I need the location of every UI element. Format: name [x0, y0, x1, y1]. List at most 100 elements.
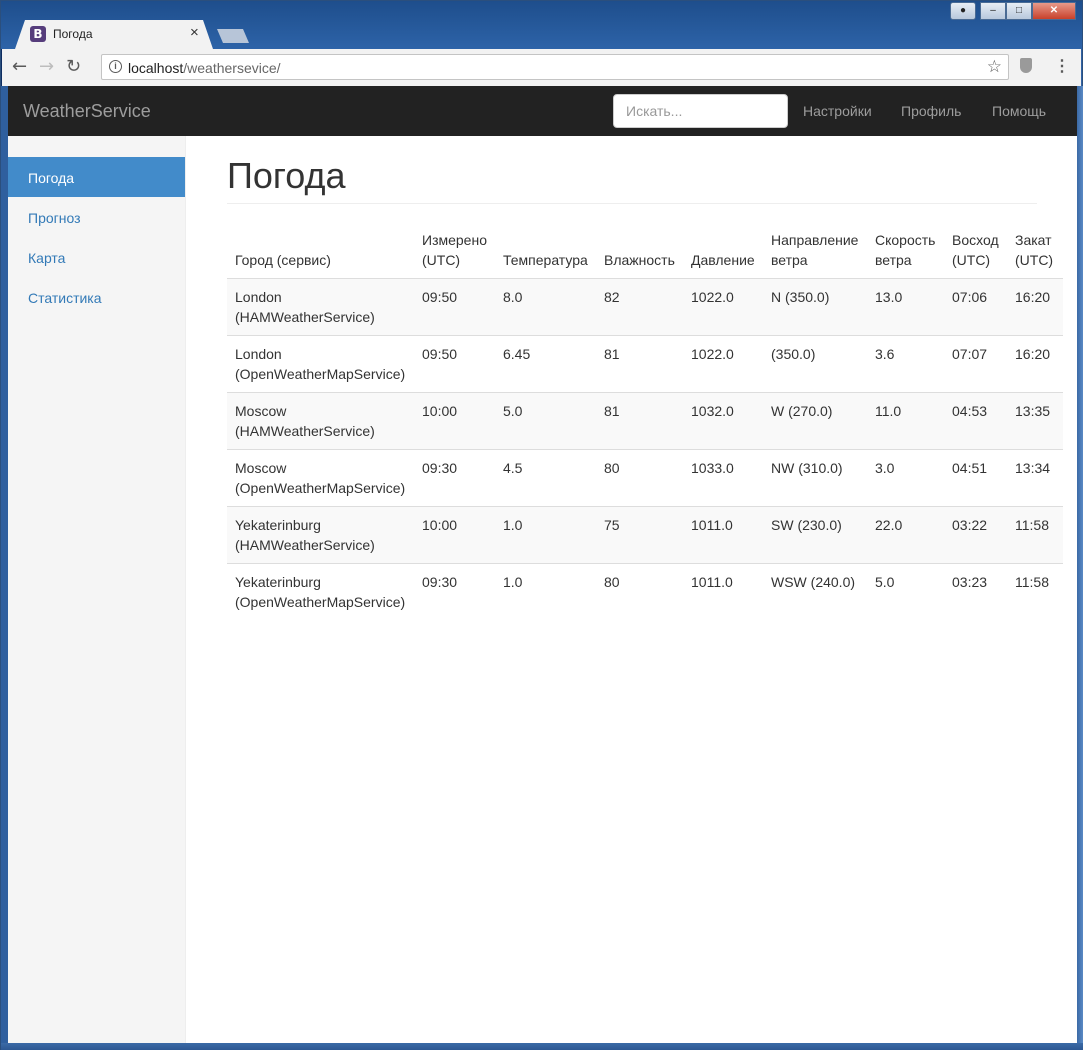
url-host: localhost [128, 60, 184, 76]
service-name: (HAMWeatherService) [235, 537, 375, 553]
cell-wind-direction: NW (310.0) [763, 449, 867, 507]
table-row: Yekaterinburg (OpenWeatherMapService) 09:… [227, 563, 1063, 620]
cell-pressure: 1022.0 [683, 335, 763, 393]
header-text: (UTC) [952, 252, 991, 268]
reload-icon[interactable]: ↻ [66, 57, 81, 77]
header-wind-speed: Скорость ветра [867, 222, 944, 279]
header-text: Давление [691, 252, 755, 268]
cell-humidity: 80 [596, 563, 683, 620]
nav-link-profile[interactable]: Профиль [901, 103, 961, 119]
maximize-button[interactable]: □ [1006, 2, 1032, 20]
cell-humidity: 82 [604, 289, 620, 305]
forward-arrow-icon[interactable]: → [39, 57, 54, 77]
cell-temperature: 1.0 [495, 563, 596, 620]
weather-table: Город (сервис) Измерено (UTC) Температура… [227, 222, 1063, 620]
table-row: London (OpenWeatherMapService) 09:50 6.45… [227, 335, 1063, 393]
cell-sunrise: 03:22 [944, 506, 1007, 564]
cell-sunset: 16:20 [1007, 335, 1063, 393]
cell-humidity: 75 [596, 506, 683, 564]
window-controls: ● – □ ✕ [950, 2, 1076, 22]
table-row: London (HAMWeatherService) 09:50 8.0 82 1… [227, 278, 1063, 336]
service-name: (HAMWeatherService) [235, 309, 375, 325]
header-city: Город (сервис) [227, 222, 414, 279]
cell-humidity: 81 [596, 335, 683, 393]
user-icon[interactable]: ● [950, 2, 976, 20]
cell-humidity: 80 [596, 449, 683, 507]
header-pressure: Давление [683, 222, 763, 279]
cell-temperature: 4.5 [495, 449, 596, 507]
cell-wind-direction: SW (230.0) [763, 506, 867, 564]
cell-sunrise: 07:06 [952, 289, 988, 305]
cell-temperature: 6.45 [495, 335, 596, 393]
browser-tab[interactable]: B Погода × [15, 20, 213, 49]
cell-temperature: 8.0 [503, 289, 523, 305]
minimize-button[interactable]: – [980, 2, 1006, 20]
city-name: Yekaterinburg [235, 517, 321, 533]
search-input[interactable] [613, 94, 788, 128]
city-name: Yekaterinburg [235, 574, 321, 590]
service-name: (HAMWeatherService) [235, 423, 375, 439]
cell-city: London (OpenWeatherMapService) [227, 335, 414, 393]
cell-pressure: 1022.0 [691, 289, 734, 305]
tab-close-icon[interactable]: × [190, 25, 199, 41]
header-text: Измерено [422, 232, 487, 248]
page-title: Погода [227, 155, 346, 196]
header-text: Закат [1015, 232, 1052, 248]
nav-link-settings[interactable]: Настройки [803, 103, 872, 119]
tab-strip: B Погода × ● – □ ✕ [1, 1, 1082, 49]
cell-measured: 09:30 [414, 449, 495, 507]
header-text: Скорость [875, 232, 936, 248]
info-icon[interactable]: i [109, 60, 122, 73]
new-tab-button[interactable] [217, 29, 249, 43]
sidebar-item-forecast[interactable]: Прогноз [8, 197, 185, 237]
cell-city: Yekaterinburg (OpenWeatherMapService) [227, 563, 414, 620]
cell-measured: 09:30 [414, 563, 495, 620]
table-header-row: Город (сервис) Измерено (UTC) Температура… [227, 222, 1063, 279]
back-arrow-icon[interactable]: ← [12, 57, 27, 77]
cell-city: Moscow (OpenWeatherMapService) [227, 449, 414, 507]
service-name: (OpenWeatherMapService) [235, 480, 406, 496]
star-icon[interactable]: ☆ [987, 57, 1002, 77]
header-text: Город (сервис) [235, 252, 331, 268]
header-temperature: Температура [495, 222, 596, 279]
cell-pressure: 1011.0 [683, 506, 763, 564]
cell-wind-speed: 11.0 [867, 392, 944, 450]
title-divider [227, 203, 1037, 204]
cell-city: London (HAMWeatherService) [227, 279, 414, 336]
cell-city: Yekaterinburg (HAMWeatherService) [227, 506, 414, 564]
cell-pressure: 1033.0 [683, 449, 763, 507]
web-page: WeatherService Настройки Профиль Помощь … [8, 86, 1077, 1043]
cell-sunset: 16:20 [1015, 289, 1051, 305]
brand-link[interactable]: WeatherService [23, 101, 151, 122]
header-text: Направление [771, 232, 859, 248]
city-name: London [235, 346, 282, 362]
shield-extension-icon[interactable] [1020, 58, 1032, 73]
cell-measured: 10:00 [414, 506, 495, 564]
nav-link-help[interactable]: Помощь [992, 103, 1046, 119]
header-sunrise: Восход (UTC) [944, 222, 1007, 279]
cell-measured: 09:50 [414, 335, 495, 393]
close-window-button[interactable]: ✕ [1032, 2, 1076, 20]
browser-toolbar: ← → ↻ i localhost/weathersevice/ ☆ ⋮ [2, 49, 1081, 87]
sidebar-item-weather[interactable]: Погода [8, 157, 185, 197]
cell-pressure: 1011.0 [683, 563, 763, 620]
sidebar-item-statistics[interactable]: Статистика [8, 277, 185, 317]
cell-wind-direction: N (350.0) [771, 289, 830, 305]
cell-sunrise: 07:07 [944, 335, 1007, 393]
cell-pressure: 1032.0 [683, 392, 763, 450]
address-bar[interactable]: i localhost/weathersevice/ ☆ [101, 54, 1009, 80]
sidebar-item-map[interactable]: Карта [8, 237, 185, 277]
kebab-menu-icon[interactable]: ⋮ [1054, 57, 1070, 77]
header-sunset: Закат (UTC) [1007, 222, 1063, 279]
sidebar: Погода Прогноз Карта Статистика [8, 136, 186, 1043]
header-wind-direction: Направление ветра [763, 222, 867, 279]
city-name: London [235, 289, 282, 305]
browser-window: B Погода × ● – □ ✕ ← → ↻ i localhost/wea… [0, 0, 1083, 1050]
cell-wind-speed: 13.0 [875, 289, 903, 305]
header-text: (UTC) [422, 252, 461, 268]
bootstrap-favicon-icon: B [30, 26, 46, 42]
header-text: ветра [771, 252, 808, 268]
cell-sunrise: 03:23 [944, 563, 1007, 620]
window-frame-bottom [1, 1043, 1083, 1050]
cell-sunset: 13:34 [1007, 449, 1063, 507]
